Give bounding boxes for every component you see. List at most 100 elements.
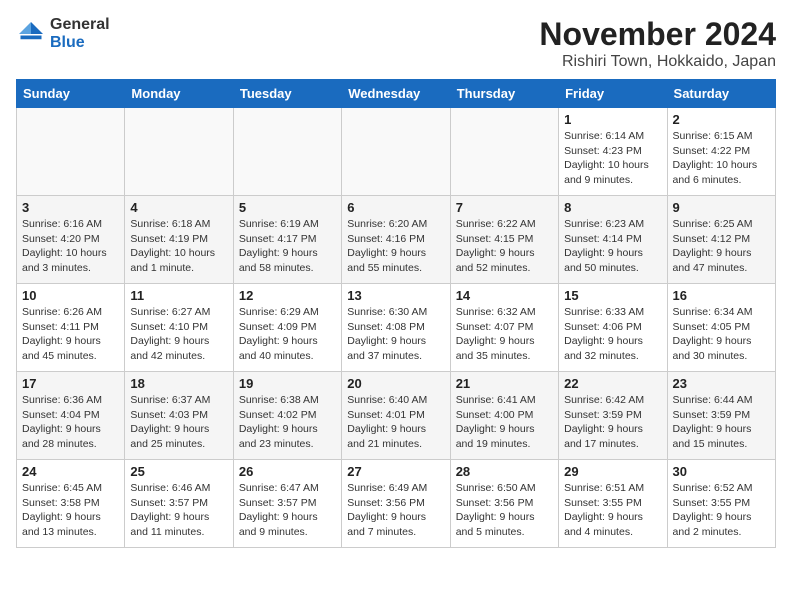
header: General Blue November 2024 Rishiri Town,… bbox=[16, 16, 776, 71]
calendar-cell: 10 Sunrise: 6:26 AM Sunset: 4:11 PM Dayli… bbox=[17, 284, 125, 372]
calendar-cell: 30 Sunrise: 6:52 AM Sunset: 3:55 PM Dayli… bbox=[667, 460, 775, 548]
calendar-cell: 7Sunrise: 6:22 AM Sunset: 4:15 PM Daylig… bbox=[450, 196, 558, 284]
week-row-1: 1 Sunrise: 6:14 AM Sunset: 4:23 PM Daylig… bbox=[17, 108, 776, 196]
day-info: Sunrise: 6:49 AM Sunset: 3:56 PM Dayligh… bbox=[347, 481, 444, 540]
day-number: 11 bbox=[130, 288, 227, 303]
calendar-cell: 17 Sunrise: 6:36 AM Sunset: 4:04 PM Dayli… bbox=[17, 372, 125, 460]
logo-general-text: General bbox=[50, 16, 110, 34]
weekday-header-saturday: Saturday bbox=[667, 80, 775, 108]
calendar-cell: 2Sunrise: 6:15 AM Sunset: 4:22 PM Daylig… bbox=[667, 108, 775, 196]
calendar-cell: 3Sunrise: 6:16 AM Sunset: 4:20 PM Daylig… bbox=[17, 196, 125, 284]
day-number: 25 bbox=[130, 464, 227, 479]
calendar-table: SundayMondayTuesdayWednesdayThursdayFrid… bbox=[16, 79, 776, 548]
calendar-cell: 21 Sunrise: 6:41 AM Sunset: 4:00 PM Dayli… bbox=[450, 372, 558, 460]
day-info: Sunrise: 6:14 AM Sunset: 4:23 PM Dayligh… bbox=[564, 129, 661, 188]
calendar-cell: 6Sunrise: 6:20 AM Sunset: 4:16 PM Daylig… bbox=[342, 196, 450, 284]
calendar-cell: 19Sunrise: 6:38 AM Sunset: 4:02 PM Dayli… bbox=[233, 372, 341, 460]
day-info: Sunrise: 6:37 AM Sunset: 4:03 PM Dayligh… bbox=[130, 393, 227, 452]
day-number: 8 bbox=[564, 200, 661, 215]
day-number: 28 bbox=[456, 464, 553, 479]
calendar-cell bbox=[17, 108, 125, 196]
day-number: 22 bbox=[564, 376, 661, 391]
calendar-cell: 11 Sunrise: 6:27 AM Sunset: 4:10 PM Dayli… bbox=[125, 284, 233, 372]
day-number: 26 bbox=[239, 464, 336, 479]
day-number: 12 bbox=[239, 288, 336, 303]
calendar-cell: 12 Sunrise: 6:29 AM Sunset: 4:09 PM Dayli… bbox=[233, 284, 341, 372]
calendar-cell: 16 Sunrise: 6:34 AM Sunset: 4:05 PM Dayli… bbox=[667, 284, 775, 372]
calendar-cell: 26 Sunrise: 6:47 AM Sunset: 3:57 PM Dayli… bbox=[233, 460, 341, 548]
calendar-cell: 1 Sunrise: 6:14 AM Sunset: 4:23 PM Daylig… bbox=[559, 108, 667, 196]
day-number: 17 bbox=[22, 376, 119, 391]
day-number: 3 bbox=[22, 200, 119, 215]
weekday-header-wednesday: Wednesday bbox=[342, 80, 450, 108]
day-info: Sunrise: 6:15 AM Sunset: 4:22 PM Dayligh… bbox=[673, 129, 770, 188]
logo: General Blue bbox=[16, 16, 110, 51]
day-number: 24 bbox=[22, 464, 119, 479]
day-info: Sunrise: 6:42 AM Sunset: 3:59 PM Dayligh… bbox=[564, 393, 661, 452]
day-info: Sunrise: 6:23 AM Sunset: 4:14 PM Dayligh… bbox=[564, 217, 661, 276]
logo-blue-text: Blue bbox=[50, 34, 110, 52]
weekday-header-row: SundayMondayTuesdayWednesdayThursdayFrid… bbox=[17, 80, 776, 108]
day-info: Sunrise: 6:36 AM Sunset: 4:04 PM Dayligh… bbox=[22, 393, 119, 452]
day-info: Sunrise: 6:30 AM Sunset: 4:08 PM Dayligh… bbox=[347, 305, 444, 364]
title-area: November 2024 Rishiri Town, Hokkaido, Ja… bbox=[539, 16, 776, 71]
calendar-cell: 13 Sunrise: 6:30 AM Sunset: 4:08 PM Dayli… bbox=[342, 284, 450, 372]
day-number: 21 bbox=[456, 376, 553, 391]
calendar-cell: 22 Sunrise: 6:42 AM Sunset: 3:59 PM Dayli… bbox=[559, 372, 667, 460]
calendar-cell: 15Sunrise: 6:33 AM Sunset: 4:06 PM Dayli… bbox=[559, 284, 667, 372]
day-number: 5 bbox=[239, 200, 336, 215]
calendar-cell: 28 Sunrise: 6:50 AM Sunset: 3:56 PM Dayli… bbox=[450, 460, 558, 548]
calendar-cell: 14 Sunrise: 6:32 AM Sunset: 4:07 PM Dayli… bbox=[450, 284, 558, 372]
day-number: 9 bbox=[673, 200, 770, 215]
day-number: 10 bbox=[22, 288, 119, 303]
day-info: Sunrise: 6:45 AM Sunset: 3:58 PM Dayligh… bbox=[22, 481, 119, 540]
day-info: Sunrise: 6:51 AM Sunset: 3:55 PM Dayligh… bbox=[564, 481, 661, 540]
day-number: 1 bbox=[564, 112, 661, 127]
day-info: Sunrise: 6:50 AM Sunset: 3:56 PM Dayligh… bbox=[456, 481, 553, 540]
calendar-cell: 23 Sunrise: 6:44 AM Sunset: 3:59 PM Dayli… bbox=[667, 372, 775, 460]
calendar-cell: 20Sunrise: 6:40 AM Sunset: 4:01 PM Dayli… bbox=[342, 372, 450, 460]
day-info: Sunrise: 6:38 AM Sunset: 4:02 PM Dayligh… bbox=[239, 393, 336, 452]
calendar-cell: 29 Sunrise: 6:51 AM Sunset: 3:55 PM Dayli… bbox=[559, 460, 667, 548]
calendar-cell: 25 Sunrise: 6:46 AM Sunset: 3:57 PM Dayli… bbox=[125, 460, 233, 548]
day-number: 27 bbox=[347, 464, 444, 479]
day-info: Sunrise: 6:33 AM Sunset: 4:06 PM Dayligh… bbox=[564, 305, 661, 364]
week-row-5: 24 Sunrise: 6:45 AM Sunset: 3:58 PM Dayli… bbox=[17, 460, 776, 548]
calendar-cell bbox=[233, 108, 341, 196]
day-number: 13 bbox=[347, 288, 444, 303]
day-number: 29 bbox=[564, 464, 661, 479]
logo-icon bbox=[16, 19, 46, 49]
day-info: Sunrise: 6:27 AM Sunset: 4:10 PM Dayligh… bbox=[130, 305, 227, 364]
day-number: 18 bbox=[130, 376, 227, 391]
week-row-3: 10 Sunrise: 6:26 AM Sunset: 4:11 PM Dayli… bbox=[17, 284, 776, 372]
day-info: Sunrise: 6:34 AM Sunset: 4:05 PM Dayligh… bbox=[673, 305, 770, 364]
calendar-cell: 18 Sunrise: 6:37 AM Sunset: 4:03 PM Dayli… bbox=[125, 372, 233, 460]
weekday-header-friday: Friday bbox=[559, 80, 667, 108]
day-number: 14 bbox=[456, 288, 553, 303]
weekday-header-thursday: Thursday bbox=[450, 80, 558, 108]
day-info: Sunrise: 6:41 AM Sunset: 4:00 PM Dayligh… bbox=[456, 393, 553, 452]
day-info: Sunrise: 6:22 AM Sunset: 4:15 PM Dayligh… bbox=[456, 217, 553, 276]
day-info: Sunrise: 6:46 AM Sunset: 3:57 PM Dayligh… bbox=[130, 481, 227, 540]
day-info: Sunrise: 6:44 AM Sunset: 3:59 PM Dayligh… bbox=[673, 393, 770, 452]
day-info: Sunrise: 6:47 AM Sunset: 3:57 PM Dayligh… bbox=[239, 481, 336, 540]
day-number: 23 bbox=[673, 376, 770, 391]
logo-text: General Blue bbox=[50, 16, 110, 51]
day-info: Sunrise: 6:40 AM Sunset: 4:01 PM Dayligh… bbox=[347, 393, 444, 452]
week-row-2: 3Sunrise: 6:16 AM Sunset: 4:20 PM Daylig… bbox=[17, 196, 776, 284]
calendar-cell: 27 Sunrise: 6:49 AM Sunset: 3:56 PM Dayli… bbox=[342, 460, 450, 548]
day-info: Sunrise: 6:20 AM Sunset: 4:16 PM Dayligh… bbox=[347, 217, 444, 276]
calendar-cell bbox=[450, 108, 558, 196]
day-number: 16 bbox=[673, 288, 770, 303]
day-number: 30 bbox=[673, 464, 770, 479]
day-info: Sunrise: 6:19 AM Sunset: 4:17 PM Dayligh… bbox=[239, 217, 336, 276]
day-info: Sunrise: 6:18 AM Sunset: 4:19 PM Dayligh… bbox=[130, 217, 227, 276]
week-row-4: 17 Sunrise: 6:36 AM Sunset: 4:04 PM Dayli… bbox=[17, 372, 776, 460]
day-info: Sunrise: 6:52 AM Sunset: 3:55 PM Dayligh… bbox=[673, 481, 770, 540]
day-info: Sunrise: 6:29 AM Sunset: 4:09 PM Dayligh… bbox=[239, 305, 336, 364]
day-info: Sunrise: 6:26 AM Sunset: 4:11 PM Dayligh… bbox=[22, 305, 119, 364]
calendar-cell: 8 Sunrise: 6:23 AM Sunset: 4:14 PM Daylig… bbox=[559, 196, 667, 284]
day-info: Sunrise: 6:32 AM Sunset: 4:07 PM Dayligh… bbox=[456, 305, 553, 364]
calendar-cell: 9Sunrise: 6:25 AM Sunset: 4:12 PM Daylig… bbox=[667, 196, 775, 284]
weekday-header-sunday: Sunday bbox=[17, 80, 125, 108]
